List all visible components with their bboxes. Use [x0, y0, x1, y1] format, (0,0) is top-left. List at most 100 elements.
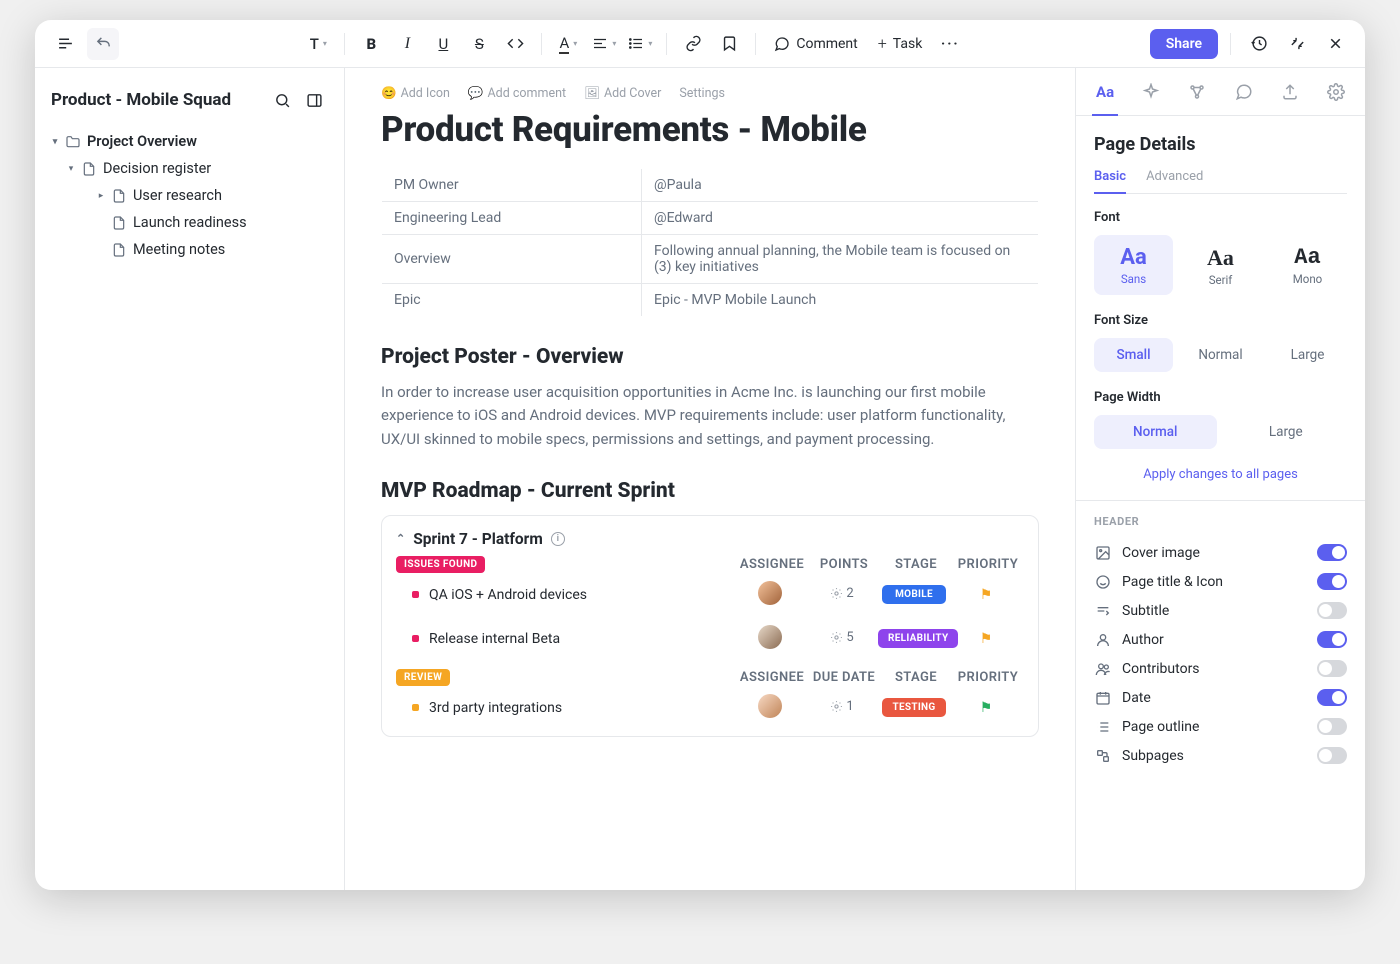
toggle-label: Page outline	[1122, 719, 1307, 735]
add-icon-action[interactable]: 😊 Add Icon	[381, 86, 450, 101]
menu-icon[interactable]	[49, 28, 81, 60]
points-cell[interactable]: 1	[806, 699, 878, 717]
underline-button[interactable]: U	[427, 28, 459, 60]
strikethrough-button[interactable]: S	[463, 28, 495, 60]
tree-item[interactable]: Launch readiness	[45, 209, 334, 236]
stage-cell[interactable]: MOBILE	[878, 585, 950, 604]
bookmark-button[interactable]	[713, 28, 745, 60]
meta-value[interactable]: Following annual planning, the Mobile te…	[642, 235, 1039, 284]
close-icon[interactable]	[1319, 28, 1351, 60]
font-option-sans[interactable]: AaSans	[1094, 235, 1173, 295]
panel-toggle-icon[interactable]	[300, 86, 328, 114]
task-row[interactable]: Release internal Beta 5 RELIABILITY ⚑	[396, 617, 1024, 661]
priority-cell[interactable]: ⚑	[950, 631, 1022, 647]
group-label[interactable]: ISSUES FOUND	[396, 556, 485, 573]
meta-value[interactable]: Epic - MVP Mobile Launch	[642, 284, 1039, 317]
width-option[interactable]: Large	[1225, 415, 1348, 449]
more-button[interactable]: ···	[934, 28, 966, 60]
tree-item[interactable]: ▸User research	[45, 182, 334, 209]
toggle-switch[interactable]	[1317, 544, 1347, 561]
task-row[interactable]: 3rd party integrations 1 TESTING ⚑	[396, 686, 1024, 730]
task-button[interactable]: + Task	[870, 28, 931, 60]
apply-all-link[interactable]: Apply changes to all pages	[1094, 467, 1347, 482]
col-header: POINTS	[808, 557, 880, 572]
undo-button[interactable]	[87, 28, 119, 60]
bold-button[interactable]: B	[355, 28, 387, 60]
user-icon	[1094, 632, 1112, 648]
list-dropdown[interactable]: ▾	[624, 28, 656, 60]
size-option[interactable]: Large	[1268, 338, 1347, 372]
tab-ai[interactable]	[1128, 68, 1174, 115]
toggle-row: Author	[1094, 625, 1347, 654]
page-title[interactable]: Product Requirements - Mobile	[381, 109, 1039, 150]
tab-settings[interactable]	[1313, 68, 1359, 115]
settings-action[interactable]: Settings	[679, 86, 725, 101]
align-dropdown[interactable]: ▾	[588, 28, 620, 60]
sprint-header[interactable]: ⌃ Sprint 7 - Platform i	[396, 530, 1024, 548]
link-button[interactable]	[677, 28, 709, 60]
status-dot	[412, 704, 419, 711]
points-cell[interactable]: 2	[806, 586, 878, 604]
tab-comments[interactable]	[1221, 68, 1267, 115]
meta-key: Epic	[382, 284, 642, 317]
col-header: PRIORITY	[952, 670, 1024, 685]
info-icon[interactable]: i	[551, 532, 565, 546]
meta-value[interactable]: @Paula	[642, 169, 1039, 202]
history-icon[interactable]	[1243, 28, 1275, 60]
tab-typography[interactable]: Aa	[1082, 68, 1128, 115]
add-comment-action[interactable]: 💬 Add comment	[468, 86, 566, 101]
points-cell[interactable]: 5	[806, 630, 878, 648]
toggle-switch[interactable]	[1317, 602, 1347, 619]
collapse-icon[interactable]	[1281, 28, 1313, 60]
toggle-row: Subtitle	[1094, 596, 1347, 625]
size-option[interactable]: Normal	[1181, 338, 1260, 372]
tree-item[interactable]: ▾Decision register	[45, 155, 334, 182]
toggle-switch[interactable]	[1317, 747, 1347, 764]
assignee-avatar[interactable]	[734, 581, 806, 609]
toggle-switch[interactable]	[1317, 689, 1347, 706]
toggle-switch[interactable]	[1317, 718, 1347, 735]
task-name: QA iOS + Android devices	[429, 587, 587, 603]
width-option[interactable]: Normal	[1094, 415, 1217, 449]
col-header: STAGE	[880, 557, 952, 572]
toggle-switch[interactable]	[1317, 573, 1347, 590]
stage-cell[interactable]: TESTING	[878, 698, 950, 717]
priority-cell[interactable]: ⚑	[950, 587, 1022, 603]
size-option[interactable]: Small	[1094, 338, 1173, 372]
stage-cell[interactable]: RELIABILITY	[878, 629, 950, 648]
meta-key: Overview	[382, 235, 642, 284]
col-header: DUE DATE	[808, 670, 880, 685]
subtab-basic[interactable]: Basic	[1094, 169, 1126, 194]
font-option-mono[interactable]: AaMono	[1268, 235, 1347, 295]
toggle-switch[interactable]	[1317, 660, 1347, 677]
toggle-label: Subtitle	[1122, 603, 1307, 619]
task-row[interactable]: QA iOS + Android devices 2 MOBILE ⚑	[396, 573, 1024, 617]
toggle-switch[interactable]	[1317, 631, 1347, 648]
toggle-row: Contributors	[1094, 654, 1347, 683]
poster-body[interactable]: In order to increase user acquisition op…	[381, 381, 1039, 451]
tree-item[interactable]: ▾Project Overview	[45, 128, 334, 155]
share-button[interactable]: Share	[1150, 29, 1218, 59]
toggle-label: Subpages	[1122, 748, 1307, 764]
comment-button[interactable]: Comment	[766, 28, 865, 60]
group-label[interactable]: REVIEW	[396, 669, 450, 686]
tab-relations[interactable]	[1174, 68, 1220, 115]
assignee-avatar[interactable]	[734, 694, 806, 722]
assignee-avatar[interactable]	[734, 625, 806, 653]
text-style-dropdown[interactable]: T▾	[302, 28, 334, 60]
tree-item[interactable]: Meeting notes	[45, 236, 334, 263]
app-window: T▾ B I U S A▾ ▾ ▾ Comment + Task ··	[35, 20, 1365, 890]
text-color-dropdown[interactable]: A▾	[552, 28, 584, 60]
tab-export[interactable]	[1267, 68, 1313, 115]
search-icon[interactable]	[268, 86, 296, 114]
italic-button[interactable]: I	[391, 28, 423, 60]
add-cover-action[interactable]: 🖼 Add Cover	[584, 86, 661, 101]
font-label: Font	[1094, 210, 1347, 225]
subtab-advanced[interactable]: Advanced	[1146, 169, 1203, 193]
rpanel-tabs: Aa	[1076, 68, 1365, 116]
width-label: Page Width	[1094, 390, 1347, 405]
font-option-serif[interactable]: AaSerif	[1181, 235, 1260, 295]
meta-value[interactable]: @Edward	[642, 202, 1039, 235]
code-button[interactable]	[499, 28, 531, 60]
priority-cell[interactable]: ⚑	[950, 700, 1022, 716]
